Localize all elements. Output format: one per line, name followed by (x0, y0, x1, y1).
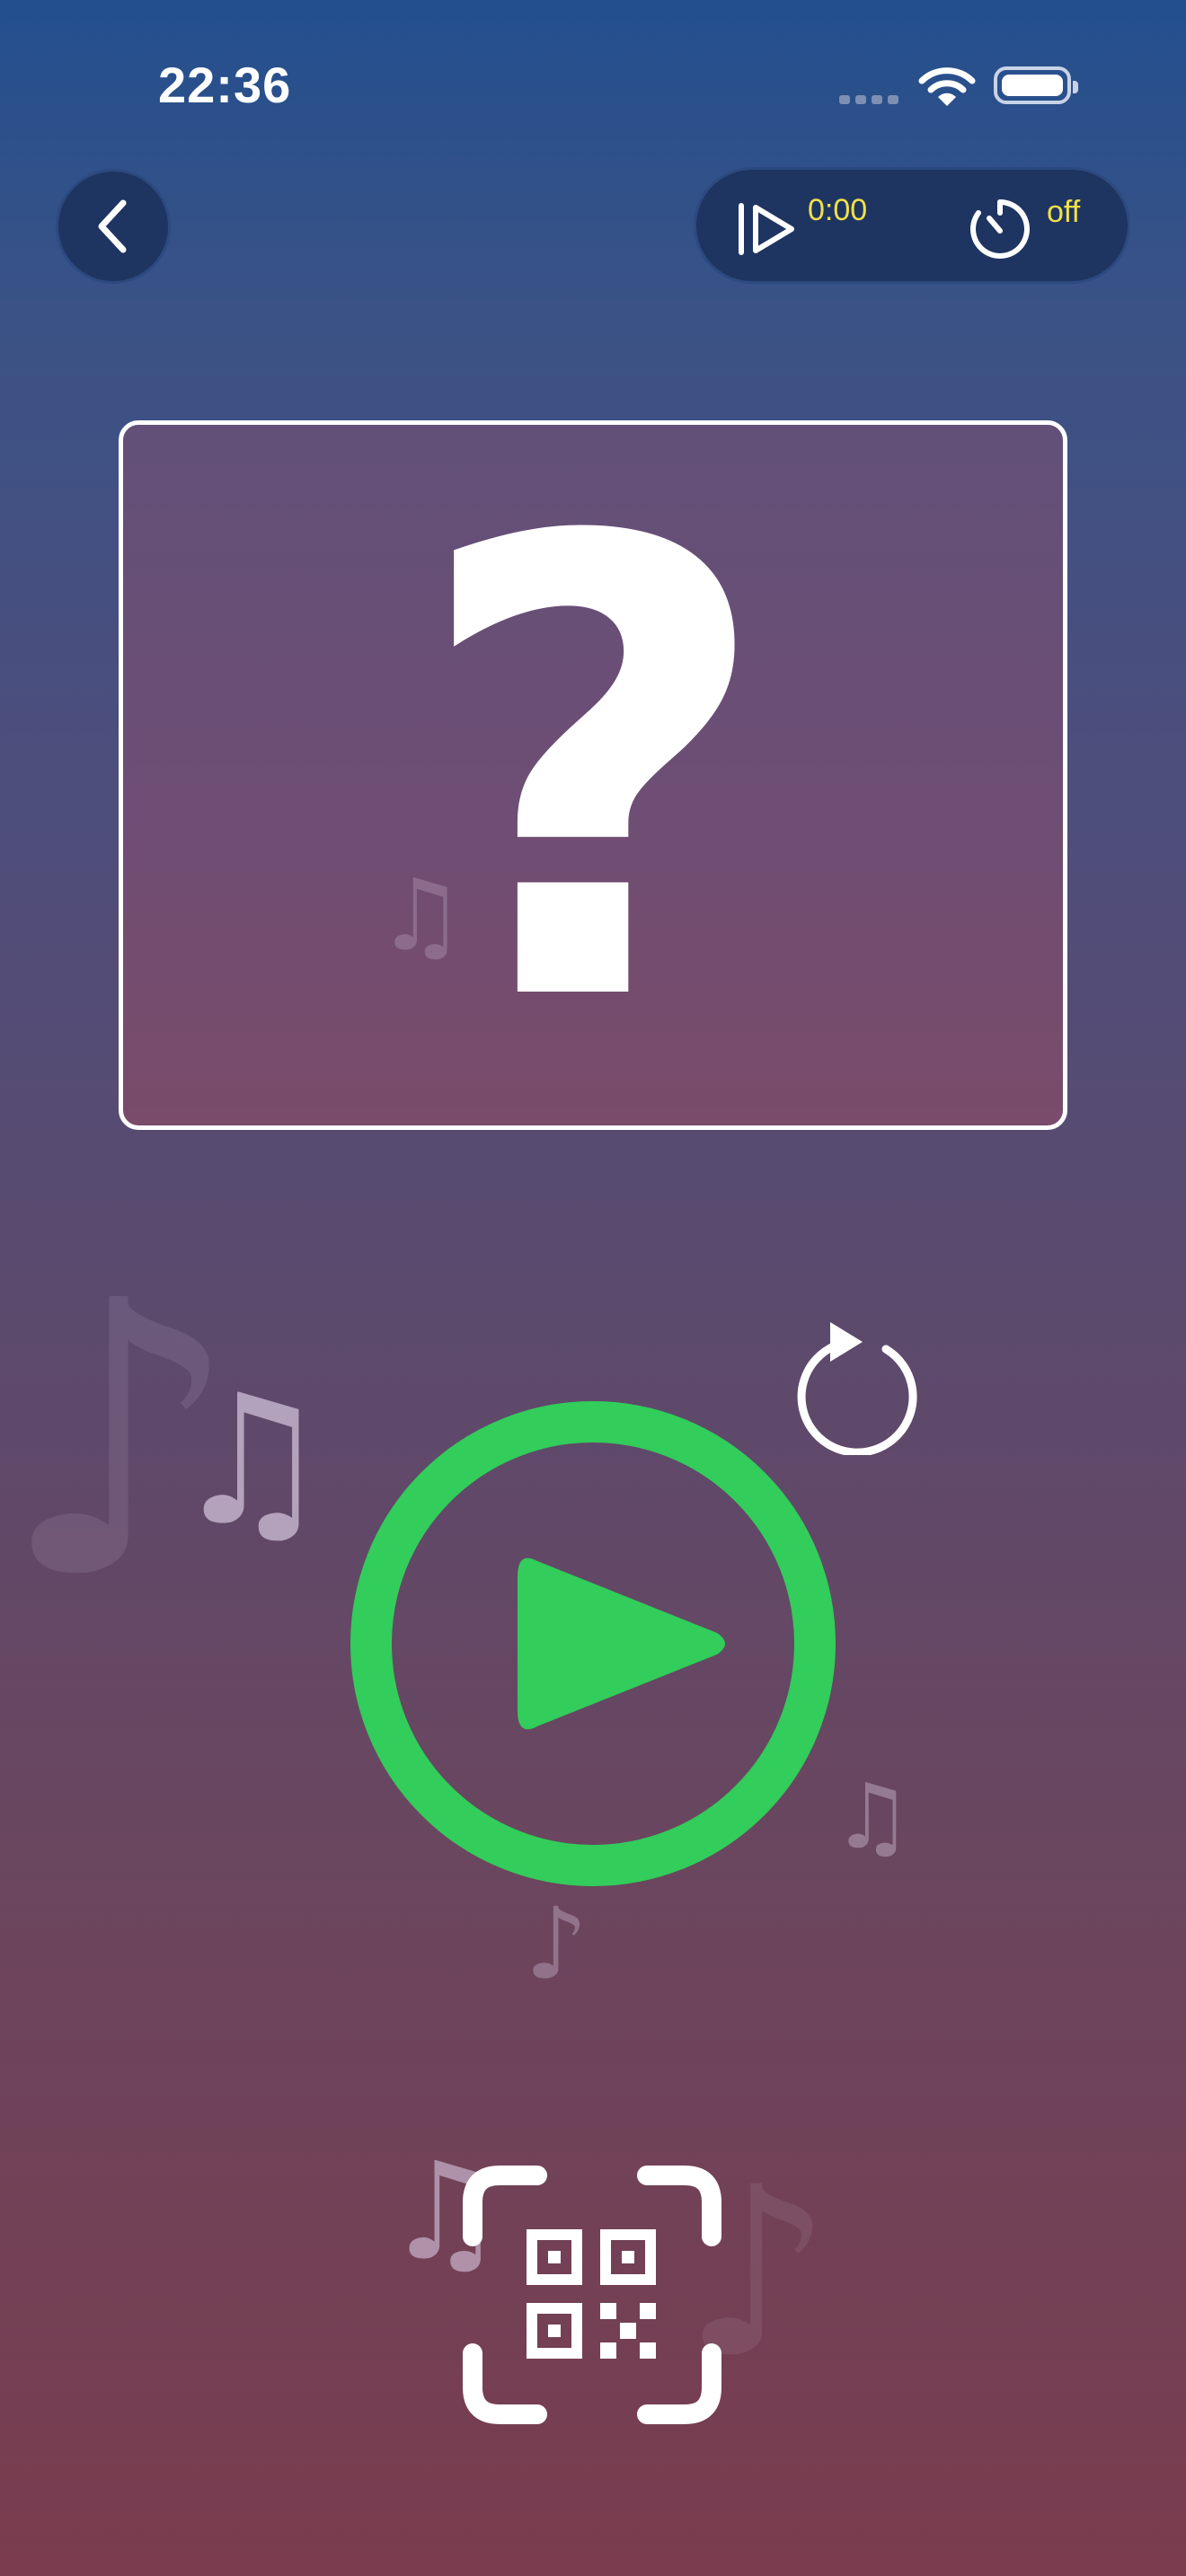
timer-icon[interactable] (968, 197, 1032, 261)
play-time-value: 0:00 (808, 193, 868, 227)
replay-icon[interactable] (791, 1311, 925, 1455)
question-mark: ? (410, 420, 776, 1130)
back-button[interactable] (56, 169, 171, 284)
music-note-icon: ♪ (525, 1886, 589, 2001)
hidden-song-card: ? ♫ (119, 420, 1067, 1130)
play-button[interactable] (350, 1401, 836, 1886)
wifi-icon (918, 67, 976, 106)
timer-value: off (1047, 195, 1081, 229)
play-icon (518, 1557, 725, 1730)
status-time: 22:36 (158, 57, 292, 113)
playback-info-pill: 0:00 off (694, 167, 1130, 284)
music-note-icon: ♫ (832, 1764, 913, 1869)
music-note-icon: ♫ (376, 858, 465, 973)
cellular-signal-icon (839, 95, 898, 104)
qr-scan-button[interactable] (455, 2159, 730, 2430)
battery-icon (994, 66, 1078, 104)
play-from-start-icon[interactable] (736, 200, 799, 258)
music-note-icon: ♫ (171, 1356, 332, 1566)
chevron-left-icon (98, 199, 127, 253)
